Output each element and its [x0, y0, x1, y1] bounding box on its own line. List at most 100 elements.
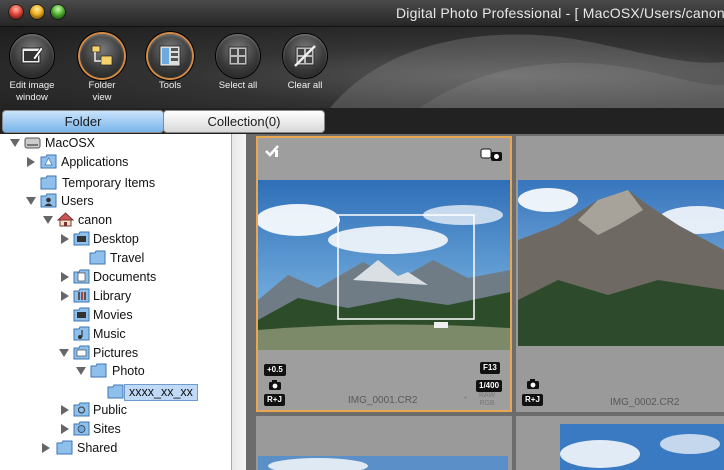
disclosure-triangle-expanded-icon[interactable]	[26, 197, 36, 205]
tree-item-public[interactable]: Public	[0, 401, 231, 419]
app-window: Digital Photo Professional - [ MacOSX/Us…	[0, 0, 724, 470]
disclosure-triangle-expanded-icon[interactable]	[76, 367, 86, 375]
tree-item-label: Travel	[110, 251, 145, 265]
disclosure-triangle-collapsed-icon[interactable]	[42, 443, 50, 453]
folder-tree: MacOSX Applications Temporary Items User…	[0, 134, 232, 470]
tree-item-label: Public	[93, 403, 128, 417]
library-folder-icon	[73, 288, 90, 303]
disclosure-triangle-collapsed-icon[interactable]	[27, 157, 35, 167]
disclosure-triangle-collapsed-icon[interactable]	[61, 234, 69, 244]
tree-item-label: Users	[61, 194, 94, 208]
tree-item-label: Pictures	[93, 346, 139, 360]
tree-item-desktop[interactable]: Desktop	[0, 230, 231, 248]
tab-bar: Folder Collection(0)	[0, 108, 724, 134]
clear-all-button[interactable]: Clear all	[277, 34, 333, 92]
photo-thumbnail-image[interactable]	[560, 424, 724, 470]
tree-item-label: Library	[93, 289, 132, 303]
camera-icon	[527, 379, 539, 389]
tree-item-photo[interactable]: Photo	[0, 362, 231, 380]
public-folder-icon	[73, 402, 90, 417]
clear-all-label: Clear all	[287, 80, 323, 91]
rating-star: *	[464, 396, 467, 403]
rotate-camera-icon[interactable]	[480, 146, 504, 162]
select-all-label: Select all	[218, 80, 258, 91]
tree-item-shared[interactable]: Shared	[0, 439, 231, 457]
hard-drive-icon	[24, 137, 41, 149]
window-title: Digital Photo Professional - [ MacOSX/Us…	[396, 5, 724, 21]
tools-label: Tools	[158, 80, 182, 91]
disclosure-triangle-collapsed-icon[interactable]	[61, 405, 69, 415]
tree-item-documents[interactable]: Documents	[0, 268, 231, 286]
tree-item-music[interactable]: Music	[0, 325, 231, 343]
disclosure-triangle-expanded-icon[interactable]	[43, 216, 53, 224]
photo-thumbnail-image[interactable]	[518, 180, 724, 346]
pictures-folder-icon	[73, 345, 90, 360]
applications-folder-icon	[40, 154, 57, 169]
folder-view-label: Folder view	[88, 80, 116, 103]
aperture-badge: F13	[480, 362, 500, 374]
tree-item-label: Music	[93, 327, 126, 341]
tree-item-label: Shared	[77, 441, 118, 455]
folder-icon	[90, 363, 107, 378]
tree-item-library[interactable]: Library	[0, 287, 231, 305]
minimize-window-button[interactable]	[30, 5, 44, 19]
documents-folder-icon	[73, 269, 90, 284]
thumbnail-cell[interactable]: R+J IMG_0002.CR2	[516, 136, 724, 412]
tree-item-canon[interactable]: canon	[0, 211, 231, 229]
toolbar: Edit image window Folder view Tools Sele…	[0, 27, 724, 108]
desktop-folder-icon	[73, 231, 90, 246]
tree-item-xxxx-xx-xx[interactable]: xxxx_xx_xx	[0, 383, 231, 401]
disclosure-triangle-collapsed-icon[interactable]	[61, 424, 69, 434]
tree-item-label: Applications	[61, 155, 129, 169]
edit-image-window-label: Edit image window	[9, 80, 55, 103]
tree-item-pictures[interactable]: Pictures	[0, 344, 231, 362]
check-mark-icon[interactable]	[264, 144, 280, 158]
folder-icon	[107, 384, 124, 399]
quality-badge: R+J	[522, 394, 543, 406]
shared-folder-icon	[56, 440, 73, 455]
movies-folder-icon	[73, 307, 90, 322]
tree-item-temporary-items[interactable]: Temporary Items	[0, 174, 231, 192]
shutter-speed-badge: 1/400	[476, 380, 503, 392]
tools-button[interactable]: Tools	[142, 34, 198, 92]
zoom-window-button[interactable]	[51, 5, 65, 19]
tree-item-users[interactable]: Users	[0, 192, 231, 210]
music-folder-icon	[73, 326, 90, 341]
folder-icon	[89, 250, 106, 265]
tree-item-label: Movies	[93, 308, 133, 322]
tree-item-label: canon	[78, 213, 113, 227]
disclosure-triangle-expanded-icon[interactable]	[59, 349, 69, 357]
tools-icon	[159, 45, 181, 67]
edit-image-icon	[21, 46, 44, 64]
tree-item-sites[interactable]: Sites	[0, 420, 231, 438]
tree-item-label-selected: xxxx_xx_xx	[124, 384, 198, 401]
tree-item-macosx[interactable]: MacOSX	[0, 134, 231, 152]
sidebar-scrollbar[interactable]	[231, 134, 246, 470]
tab-collection[interactable]: Collection(0)	[163, 110, 325, 133]
folder-icon	[40, 175, 57, 190]
tree-item-movies[interactable]: Movies	[0, 306, 231, 324]
title-bar: Digital Photo Professional - [ MacOSX/Us…	[0, 0, 724, 27]
thumbnail-cell-selected[interactable]: +0.5 R+J F13 1/400 IMG_0001.CR2 * RAW RG…	[256, 136, 512, 412]
select-all-button[interactable]: Select all	[210, 34, 266, 92]
thumbnail-cell[interactable]	[516, 416, 724, 470]
tree-item-label: Desktop	[93, 232, 139, 246]
users-folder-icon	[40, 193, 57, 208]
raw-rgb-label: RAW RGB	[479, 392, 496, 407]
disclosure-triangle-collapsed-icon[interactable]	[61, 291, 69, 301]
tree-item-applications[interactable]: Applications	[0, 153, 231, 171]
photo-thumbnail-image[interactable]	[258, 180, 510, 350]
close-window-button[interactable]	[9, 5, 23, 19]
edit-image-window-button[interactable]: Edit image window	[4, 34, 60, 104]
disclosure-triangle-expanded-icon[interactable]	[10, 139, 20, 147]
photo-thumbnail-image[interactable]	[258, 456, 508, 470]
tab-folder[interactable]: Folder	[2, 110, 164, 133]
thumbnail-filename: IMG_0001.CR2	[348, 395, 418, 406]
thumbnail-area: +0.5 R+J F13 1/400 IMG_0001.CR2 * RAW RG…	[246, 134, 724, 470]
folder-view-button[interactable]: Folder view	[74, 34, 130, 104]
thumbnail-cell[interactable]	[256, 416, 512, 470]
quality-badge: R+J	[264, 394, 285, 406]
sites-folder-icon	[73, 421, 90, 436]
disclosure-triangle-collapsed-icon[interactable]	[61, 272, 69, 282]
tree-item-travel[interactable]: Travel	[0, 249, 231, 267]
